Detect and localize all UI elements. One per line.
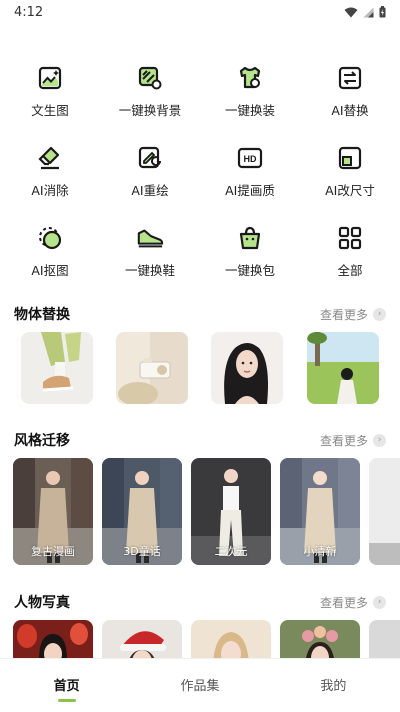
camera-photo (116, 332, 188, 404)
style-card[interactable]: 小清新 (280, 458, 360, 565)
portrait-card[interactable] (102, 620, 182, 658)
tool-label: 全部 (337, 263, 363, 278)
ai-replace-icon (336, 64, 364, 92)
chevron-right-icon: › (373, 433, 386, 447)
see-more-label: 查看更多 (319, 433, 368, 448)
tool-ai-repaint[interactable]: AI重绘 (100, 140, 200, 220)
object-replace-card[interactable] (21, 332, 93, 404)
portrait-card[interactable] (280, 620, 360, 658)
section-title: 风格迁移 (14, 433, 70, 449)
tool-label: AI消除 (31, 183, 69, 198)
portrait-card[interactable] (13, 620, 93, 658)
portrait-card[interactable] (191, 620, 271, 658)
tool-label: 一键换背景 (118, 103, 182, 118)
tab-works[interactable]: 作品集 (133, 659, 266, 712)
tool-ai-cutout[interactable]: AI抠图 (0, 220, 100, 300)
garden-photo (307, 332, 379, 404)
blonde-portrait-photo (191, 620, 271, 658)
chevron-right-icon: › (373, 307, 386, 321)
tool-change-outfit[interactable]: 一键换装 (200, 60, 300, 140)
tools-grid: 文生图 一键换背景 一键换装 AI替换 AI消除 AI重绘 HD AI提画质 A… (0, 60, 400, 300)
change-outfit-icon (236, 64, 264, 92)
see-more-link[interactable]: 查看更多 › (320, 432, 386, 449)
tool-label: AI重绘 (131, 183, 169, 198)
see-more-link[interactable]: 查看更多 › (320, 306, 386, 323)
tool-label: 一键换装 (224, 103, 275, 118)
portrait-card-partial[interactable] (369, 620, 400, 658)
tool-change-shoes[interactable]: 一键换鞋 (100, 220, 200, 300)
cutout-icon (36, 224, 64, 252)
partial-photo (369, 620, 400, 658)
tab-mine[interactable]: 我的 (267, 659, 400, 712)
grid-all-icon (336, 224, 364, 252)
tool-ai-resize[interactable]: AI改尺寸 (300, 140, 400, 220)
tool-ai-erase[interactable]: AI消除 (0, 140, 100, 220)
floral-crown-portrait-photo (280, 620, 360, 658)
section-title: 物体替换 (14, 307, 70, 323)
change-background-icon (136, 64, 164, 92)
resize-icon (336, 144, 364, 172)
wifi-icon (344, 7, 358, 17)
tool-label: AI抠图 (31, 263, 69, 278)
object-replace-card[interactable] (116, 332, 188, 404)
repaint-icon (136, 144, 164, 172)
chevron-right-icon: › (373, 595, 386, 609)
change-bag-icon (236, 224, 264, 252)
tab-label: 首页 (53, 679, 80, 694)
tool-label: AI替换 (331, 103, 369, 118)
section-title: 人物写真 (14, 595, 70, 611)
tool-label: 一键换包 (224, 263, 275, 278)
tool-text-to-image[interactable]: 文生图 (0, 60, 100, 140)
style-caption: 复古漫画 (31, 545, 75, 558)
tool-label: 一键换鞋 (124, 263, 175, 278)
woman-portrait-photo (211, 332, 283, 404)
style-caption: 小清新 (303, 545, 337, 558)
object-replace-card[interactable] (211, 332, 283, 404)
hd-enhance-icon: HD (236, 144, 264, 172)
tool-change-bag[interactable]: 一键换包 (200, 220, 300, 300)
tool-label: AI改尺寸 (325, 183, 375, 198)
section-portrait-header: 人物写真 查看更多 › (0, 591, 400, 613)
section-style-transfer-header: 风格迁移 查看更多 › (0, 429, 400, 451)
portrait-row (0, 620, 400, 658)
tool-label: AI提画质 (225, 183, 275, 198)
see-more-link[interactable]: 查看更多 › (320, 594, 386, 611)
tool-all[interactable]: 全部 (300, 220, 400, 300)
status-bar: 4:12 (0, 0, 400, 24)
status-time: 4:12 (14, 4, 44, 20)
partial-photo (369, 458, 400, 565)
sneakers-photo (21, 332, 93, 404)
signal-icon (363, 7, 374, 17)
tab-home[interactable]: 首页 (0, 659, 133, 712)
see-more-label: 查看更多 (319, 307, 368, 322)
santa-hat-portrait-photo (102, 620, 182, 658)
section-object-replace-header: 物体替换 查看更多 › (0, 303, 400, 325)
tool-ai-replace[interactable]: AI替换 (300, 60, 400, 140)
style-caption: 二次元 (214, 545, 248, 558)
battery-icon (379, 6, 386, 18)
lantern-portrait-photo (13, 620, 93, 658)
bottom-tab-bar: 首页 作品集 我的 (0, 658, 400, 712)
see-more-label: 查看更多 (319, 595, 368, 610)
eraser-icon (36, 144, 64, 172)
style-card-partial[interactable] (369, 458, 400, 565)
style-card[interactable]: 二次元 (191, 458, 271, 565)
tab-label: 我的 (320, 679, 347, 694)
style-card[interactable]: 复古漫画 (13, 458, 93, 565)
style-caption: 3D童话 (123, 545, 161, 558)
change-shoes-icon (136, 224, 164, 252)
tab-label: 作品集 (180, 679, 220, 694)
svg-text:HD: HD (244, 154, 257, 164)
status-icons (344, 6, 386, 18)
style-card[interactable]: 3D童话 (102, 458, 182, 565)
object-replace-card[interactable] (307, 332, 379, 404)
text-to-image-icon (36, 64, 64, 92)
tool-label: 文生图 (31, 103, 69, 118)
tool-ai-enhance[interactable]: HD AI提画质 (200, 140, 300, 220)
tool-change-background[interactable]: 一键换背景 (100, 60, 200, 140)
active-tab-indicator (57, 699, 76, 702)
